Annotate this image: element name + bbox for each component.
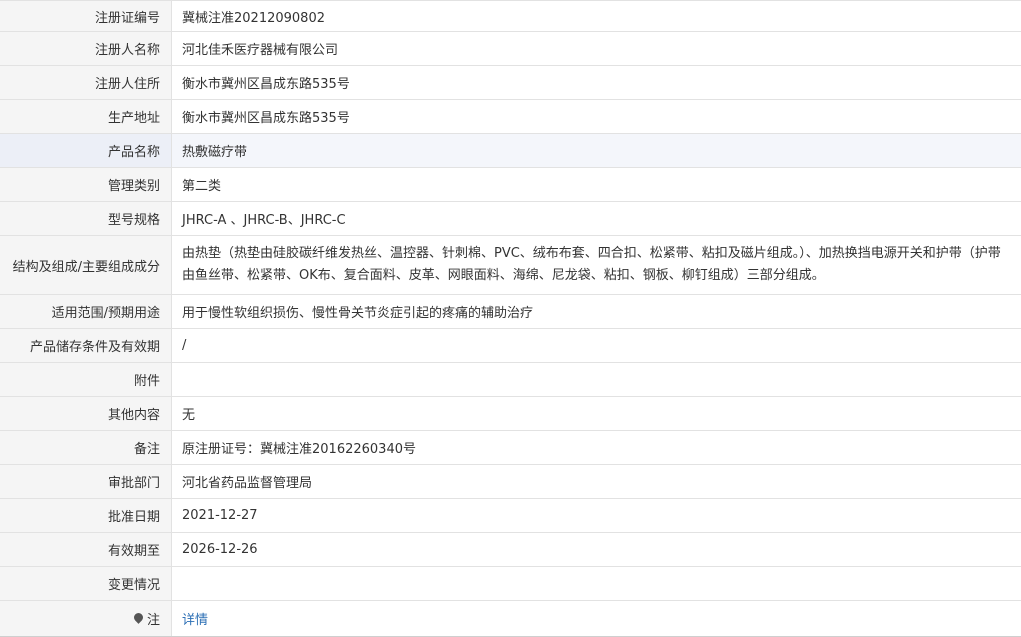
value-approval-department: 河北省药品监督管理局 [182,476,313,491]
value-change-status [172,567,1021,600]
value-registrant-address: 衡水市冀州区昌成东路535号 [182,77,350,92]
label-change-status: 变更情况 [0,567,172,600]
row-note: 注 详情 [0,601,1021,637]
row-approval-department: 审批部门 河北省药品监督管理局 [0,465,1021,499]
row-approval-date: 批准日期 2021-12-27 [0,499,1021,533]
label-approval-date: 批准日期 [0,499,172,532]
value-model-spec: JHRC-A 、JHRC-B、JHRC-C [182,213,346,228]
label-registrant-name: 注册人名称 [0,32,172,65]
label-registrant-address: 注册人住所 [0,66,172,99]
row-change-status: 变更情况 [0,567,1021,601]
label-storage-validity: 产品储存条件及有效期 [0,329,172,362]
row-production-address: 生产地址 衡水市冀州区昌成东路535号 [0,100,1021,134]
value-product-name: 热敷磁疗带 [182,145,248,160]
value-storage-validity: / [182,338,187,353]
value-valid-until: 2026-12-26 [182,542,258,557]
location-pin-icon [132,611,145,624]
row-storage-validity: 产品储存条件及有效期 / [0,329,1021,363]
label-attachment: 附件 [0,363,172,396]
label-approval-department: 审批部门 [0,465,172,498]
label-note: 注 [0,601,172,636]
value-note: 详情 [172,601,1021,636]
row-registrant-name: 注册人名称 河北佳禾医疗器械有限公司 [0,32,1021,66]
value-registrant-name: 河北佳禾医疗器械有限公司 [182,43,339,58]
label-intended-use: 适用范围/预期用途 [0,295,172,328]
row-registration-number: 注册证编号 冀械注准20212090802 [0,1,1021,32]
label-structure-composition: 结构及组成/主要组成成分 [0,236,172,294]
value-production-address: 衡水市冀州区昌成东路535号 [182,111,350,126]
row-valid-until: 有效期至 2026-12-26 [0,533,1021,567]
label-model-spec: 型号规格 [0,202,172,235]
label-product-name: 产品名称 [0,134,172,167]
value-management-category: 第二类 [182,179,222,194]
label-valid-until: 有效期至 [0,533,172,566]
registration-detail-table: 注册证编号 冀械注准20212090802 注册人名称 河北佳禾医疗器械有限公司… [0,0,1021,637]
label-remarks: 备注 [0,431,172,464]
value-structure-composition: 由热垫（热垫由硅胶碳纤维发热丝、温控器、针刺棉、PVC、绒布布套、四合扣、松紧带… [182,246,1001,283]
row-remarks: 备注 原注册证号：冀械注准20162260340号 [0,431,1021,465]
row-product-name: 产品名称 热敷磁疗带 [0,134,1021,168]
label-other-content: 其他内容 [0,397,172,430]
row-management-category: 管理类别 第二类 [0,168,1021,202]
value-intended-use: 用于慢性软组织损伤、慢性骨关节炎症引起的疼痛的辅助治疗 [182,306,534,321]
label-management-category: 管理类别 [0,168,172,201]
row-model-spec: 型号规格 JHRC-A 、JHRC-B、JHRC-C [0,202,1021,236]
value-approval-date: 2021-12-27 [182,508,258,523]
note-label-text: 注 [146,613,160,628]
label-registration-number: 注册证编号 [0,1,172,31]
row-intended-use: 适用范围/预期用途 用于慢性软组织损伤、慢性骨关节炎症引起的疼痛的辅助治疗 [0,295,1021,329]
value-other-content: 无 [182,408,196,423]
value-attachment [172,363,1021,396]
row-other-content: 其他内容 无 [0,397,1021,431]
row-registrant-address: 注册人住所 衡水市冀州区昌成东路535号 [0,66,1021,100]
label-production-address: 生产地址 [0,100,172,133]
details-link[interactable]: 详情 [182,609,208,628]
row-attachment: 附件 [0,363,1021,397]
value-remarks: 原注册证号：冀械注准20162260340号 [182,442,416,457]
row-structure-composition: 结构及组成/主要组成成分 由热垫（热垫由硅胶碳纤维发热丝、温控器、针刺棉、PVC… [0,236,1021,295]
value-registration-number: 冀械注准20212090802 [182,10,325,26]
